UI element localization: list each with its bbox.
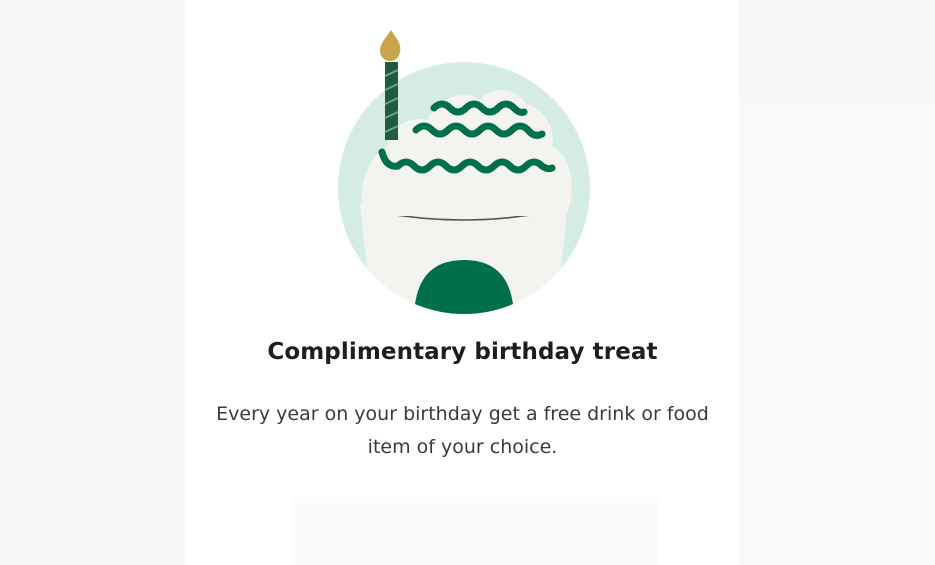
birthday-treat-icon [338, 30, 590, 314]
left-background [0, 0, 185, 565]
page: Complimentary birthday treat Every year … [0, 0, 935, 565]
candle-flame-icon [380, 30, 401, 61]
feature-title: Complimentary birthday treat [267, 339, 658, 365]
feature-description: Every year on your birthday get a free d… [216, 403, 709, 458]
next-card-edge [292, 497, 659, 565]
